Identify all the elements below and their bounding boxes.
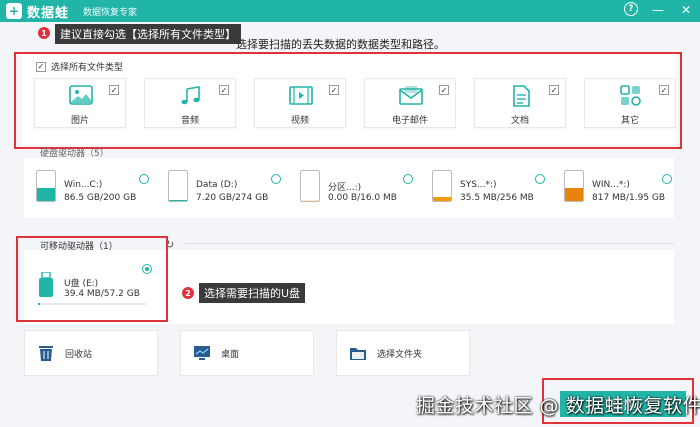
- drive-name: Data (D:): [196, 180, 238, 190]
- drive-name: Win...C:): [64, 180, 103, 190]
- folder-icon: [350, 348, 366, 360]
- instruction-text: 选择要扫描的丢失数据的数据类型和路径。: [236, 38, 445, 51]
- brand-name: 数据蛙: [27, 5, 70, 21]
- drive-name: 分区...:): [328, 183, 362, 193]
- desktop-icon: [194, 346, 210, 360]
- drive-icon: [564, 170, 584, 202]
- minimize-icon[interactable]: —: [650, 2, 666, 18]
- step-2-annotation: 选择需要扫描的U盘: [199, 283, 306, 303]
- highlight-box-usb: [16, 236, 168, 322]
- drive-size: 0.00 B/16.0 MB: [328, 193, 397, 203]
- help-icon[interactable]: ?: [624, 2, 638, 16]
- watermark-text: 掘金技术社区 @ 数据蛙恢复软件: [416, 395, 700, 417]
- drive-size: 817 MB/1.95 GB: [592, 193, 666, 203]
- window-controls: ? — ✕: [624, 2, 694, 18]
- recycle-bin-icon: [39, 346, 53, 361]
- section-divider: [185, 243, 674, 244]
- logo-icon: +: [6, 3, 22, 19]
- drive-size: 86.5 GB/200 GB: [64, 193, 137, 203]
- location-label: 回收站: [65, 349, 93, 360]
- drive-size: 35.5 MB/256 MB: [460, 193, 534, 203]
- drive-name: WIN...*:): [592, 180, 630, 190]
- drive-radio[interactable]: [662, 174, 672, 184]
- location-label: 选择文件夹: [377, 349, 423, 360]
- drive-radio[interactable]: [139, 174, 149, 184]
- drive-item[interactable]: Data (D:) 7.20 GB/274 GB: [156, 166, 281, 214]
- location-choose-folder[interactable]: 选择文件夹: [336, 330, 470, 376]
- step-2-badge: 2: [182, 287, 194, 299]
- drive-icon: [36, 170, 56, 202]
- drive-size: 7.20 GB/274 GB: [196, 193, 269, 203]
- drive-item[interactable]: WIN...*:) 817 MB/1.95 GB: [552, 166, 677, 214]
- location-label: 桌面: [221, 349, 240, 360]
- location-recycle-bin[interactable]: 回收站: [24, 330, 158, 376]
- drive-radio[interactable]: [535, 174, 545, 184]
- drive-icon: [168, 170, 188, 202]
- drive-radio[interactable]: [271, 174, 281, 184]
- drive-item[interactable]: SYS...*:) 35.5 MB/256 MB: [420, 166, 545, 214]
- hard-drives-panel: Win...C:) 86.5 GB/200 GB Data (D:) 7.20 …: [24, 158, 674, 218]
- highlight-box-file-types: [14, 52, 682, 149]
- location-desktop[interactable]: 桌面: [180, 330, 314, 376]
- drive-item[interactable]: 分区...:) 0.00 B/16.0 MB: [288, 166, 413, 214]
- drive-icon: [300, 170, 320, 202]
- app-logo: + 数据蛙: [6, 2, 69, 21]
- title-bar: + 数据蛙 数据恢复专家 ? — ✕: [0, 0, 700, 22]
- step-1-annotation: 建议直接勾选【选择所有文件类型】: [55, 24, 241, 44]
- drive-radio[interactable]: [403, 174, 413, 184]
- drive-icon: [432, 170, 452, 202]
- app-subtitle: 数据恢复专家: [83, 7, 138, 18]
- close-icon[interactable]: ✕: [678, 2, 694, 18]
- step-1-badge: 1: [38, 27, 50, 39]
- drive-item[interactable]: Win...C:) 86.5 GB/200 GB: [24, 166, 149, 214]
- drive-name: SYS...*:): [460, 180, 497, 190]
